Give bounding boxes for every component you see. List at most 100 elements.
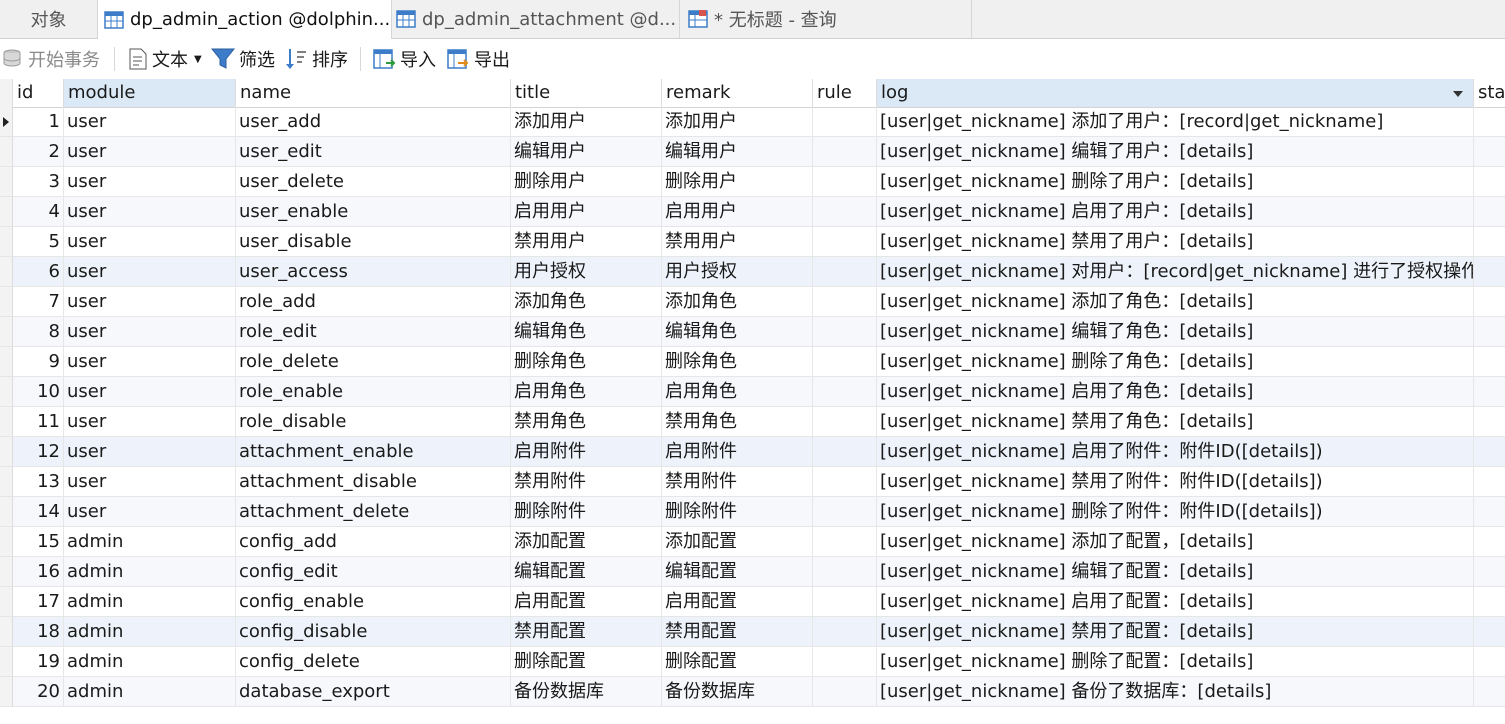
cell-title[interactable]: 备份数据库 [511, 677, 662, 707]
row-gutter[interactable] [0, 647, 13, 677]
cell-id[interactable]: 1 [13, 107, 64, 137]
table-row[interactable]: 2 user user_edit 编辑用户 编辑用户 [user|get_nickname… [0, 137, 1505, 167]
cell-module[interactable]: user [64, 197, 236, 227]
cell-rule[interactable] [813, 227, 877, 257]
cell-remark[interactable]: 添加用户 [662, 107, 813, 137]
header-name[interactable]: name [236, 79, 511, 107]
table-row[interactable]: 14 user attachment_delete 删除附件 删除附件 [user|get… [0, 497, 1505, 527]
cell-stat[interactable] [1474, 617, 1505, 647]
cell-remark[interactable]: 编辑配置 [662, 557, 813, 587]
row-gutter[interactable] [0, 317, 13, 347]
cell-title[interactable]: 启用配置 [511, 587, 662, 617]
cell-stat[interactable] [1474, 467, 1505, 497]
cell-title[interactable]: 禁用配置 [511, 617, 662, 647]
table-row[interactable]: 8 user role_edit 编辑角色 编辑角色 [user|get_nickname… [0, 317, 1505, 347]
cell-title[interactable]: 编辑角色 [511, 317, 662, 347]
header-rule[interactable]: rule [813, 79, 877, 107]
cell-module[interactable]: user [64, 497, 236, 527]
cell-rule[interactable] [813, 587, 877, 617]
cell-name[interactable]: role_delete [236, 347, 511, 377]
table-row[interactable]: 10 user role_enable 启用角色 启用角色 [user|get_nickn… [0, 377, 1505, 407]
cell-name[interactable]: database_export [236, 677, 511, 707]
header-remark[interactable]: remark [662, 79, 813, 107]
cell-module[interactable]: admin [64, 617, 236, 647]
cell-title[interactable]: 禁用附件 [511, 467, 662, 497]
cell-title[interactable]: 启用角色 [511, 377, 662, 407]
cell-title[interactable]: 删除角色 [511, 347, 662, 377]
cell-name[interactable]: user_enable [236, 197, 511, 227]
cell-stat[interactable] [1474, 227, 1505, 257]
table-row[interactable]: 16 admin config_edit 编辑配置 编辑配置 [user|get_nick… [0, 557, 1505, 587]
cell-rule[interactable] [813, 527, 877, 557]
cell-module[interactable]: user [64, 377, 236, 407]
row-gutter[interactable] [0, 167, 13, 197]
cell-name[interactable]: attachment_disable [236, 467, 511, 497]
cell-rule[interactable] [813, 287, 877, 317]
cell-rule[interactable] [813, 257, 877, 287]
cell-remark[interactable]: 禁用配置 [662, 617, 813, 647]
cell-module[interactable]: admin [64, 587, 236, 617]
dropdown-arrow-icon[interactable] [1453, 91, 1463, 97]
table-row[interactable]: 20 admin database_export 备份数据库 备份数据库 [user|ge… [0, 677, 1505, 707]
export-button[interactable]: 导出 [446, 39, 510, 79]
cell-log[interactable]: [user|get_nickname] 删除了角色：[details] [877, 347, 1474, 377]
header-log[interactable]: log [877, 79, 1474, 107]
tab-objects[interactable]: 对象 [0, 0, 98, 38]
cell-stat[interactable] [1474, 167, 1505, 197]
cell-id[interactable]: 2 [13, 137, 64, 167]
cell-module[interactable]: user [64, 137, 236, 167]
cell-log[interactable]: [user|get_nickname] 编辑了配置：[details] [877, 557, 1474, 587]
cell-title[interactable]: 禁用用户 [511, 227, 662, 257]
cell-remark[interactable]: 添加角色 [662, 287, 813, 317]
cell-rule[interactable] [813, 167, 877, 197]
cell-title[interactable]: 用户授权 [511, 257, 662, 287]
table-row[interactable]: 15 admin config_add 添加配置 添加配置 [user|get_nickn… [0, 527, 1505, 557]
cell-stat[interactable] [1474, 377, 1505, 407]
cell-rule[interactable] [813, 437, 877, 467]
cell-module[interactable]: admin [64, 647, 236, 677]
cell-module[interactable]: admin [64, 677, 236, 707]
cell-module[interactable]: user [64, 227, 236, 257]
row-gutter[interactable] [0, 227, 13, 257]
cell-id[interactable]: 17 [13, 587, 64, 617]
cell-id[interactable]: 6 [13, 257, 64, 287]
cell-id[interactable]: 4 [13, 197, 64, 227]
cell-stat[interactable] [1474, 527, 1505, 557]
row-gutter[interactable] [0, 407, 13, 437]
cell-module[interactable]: user [64, 167, 236, 197]
cell-name[interactable]: user_add [236, 107, 511, 137]
cell-stat[interactable] [1474, 647, 1505, 677]
cell-name[interactable]: config_edit [236, 557, 511, 587]
row-gutter[interactable] [0, 557, 13, 587]
cell-module[interactable]: user [64, 287, 236, 317]
cell-id[interactable]: 8 [13, 317, 64, 347]
cell-log[interactable]: [user|get_nickname] 禁用了用户：[details] [877, 227, 1474, 257]
cell-title[interactable]: 添加配置 [511, 527, 662, 557]
cell-remark[interactable]: 备份数据库 [662, 677, 813, 707]
row-gutter[interactable] [0, 257, 13, 287]
cell-id[interactable]: 18 [13, 617, 64, 647]
cell-name[interactable]: role_edit [236, 317, 511, 347]
cell-remark[interactable]: 删除角色 [662, 347, 813, 377]
row-gutter[interactable] [0, 497, 13, 527]
cell-log[interactable]: [user|get_nickname] 禁用了配置：[details] [877, 617, 1474, 647]
cell-stat[interactable] [1474, 407, 1505, 437]
cell-remark[interactable]: 用户授权 [662, 257, 813, 287]
cell-stat[interactable] [1474, 137, 1505, 167]
table-row[interactable]: 13 user attachment_disable 禁用附件 禁用附件 [user|ge… [0, 467, 1505, 497]
cell-id[interactable]: 13 [13, 467, 64, 497]
row-gutter[interactable] [0, 437, 13, 467]
cell-remark[interactable]: 禁用用户 [662, 227, 813, 257]
cell-name[interactable]: role_disable [236, 407, 511, 437]
cell-id[interactable]: 15 [13, 527, 64, 557]
row-gutter[interactable] [0, 527, 13, 557]
cell-id[interactable]: 12 [13, 437, 64, 467]
cell-rule[interactable] [813, 557, 877, 587]
table-row[interactable]: 12 user attachment_enable 启用附件 启用附件 [user|get… [0, 437, 1505, 467]
cell-log[interactable]: [user|get_nickname] 启用了角色：[details] [877, 377, 1474, 407]
cell-name[interactable]: user_disable [236, 227, 511, 257]
cell-id[interactable]: 10 [13, 377, 64, 407]
cell-log[interactable]: [user|get_nickname] 启用了附件：附件ID([details]… [877, 437, 1474, 467]
cell-log[interactable]: [user|get_nickname] 禁用了角色：[details] [877, 407, 1474, 437]
row-gutter[interactable] [0, 587, 13, 617]
